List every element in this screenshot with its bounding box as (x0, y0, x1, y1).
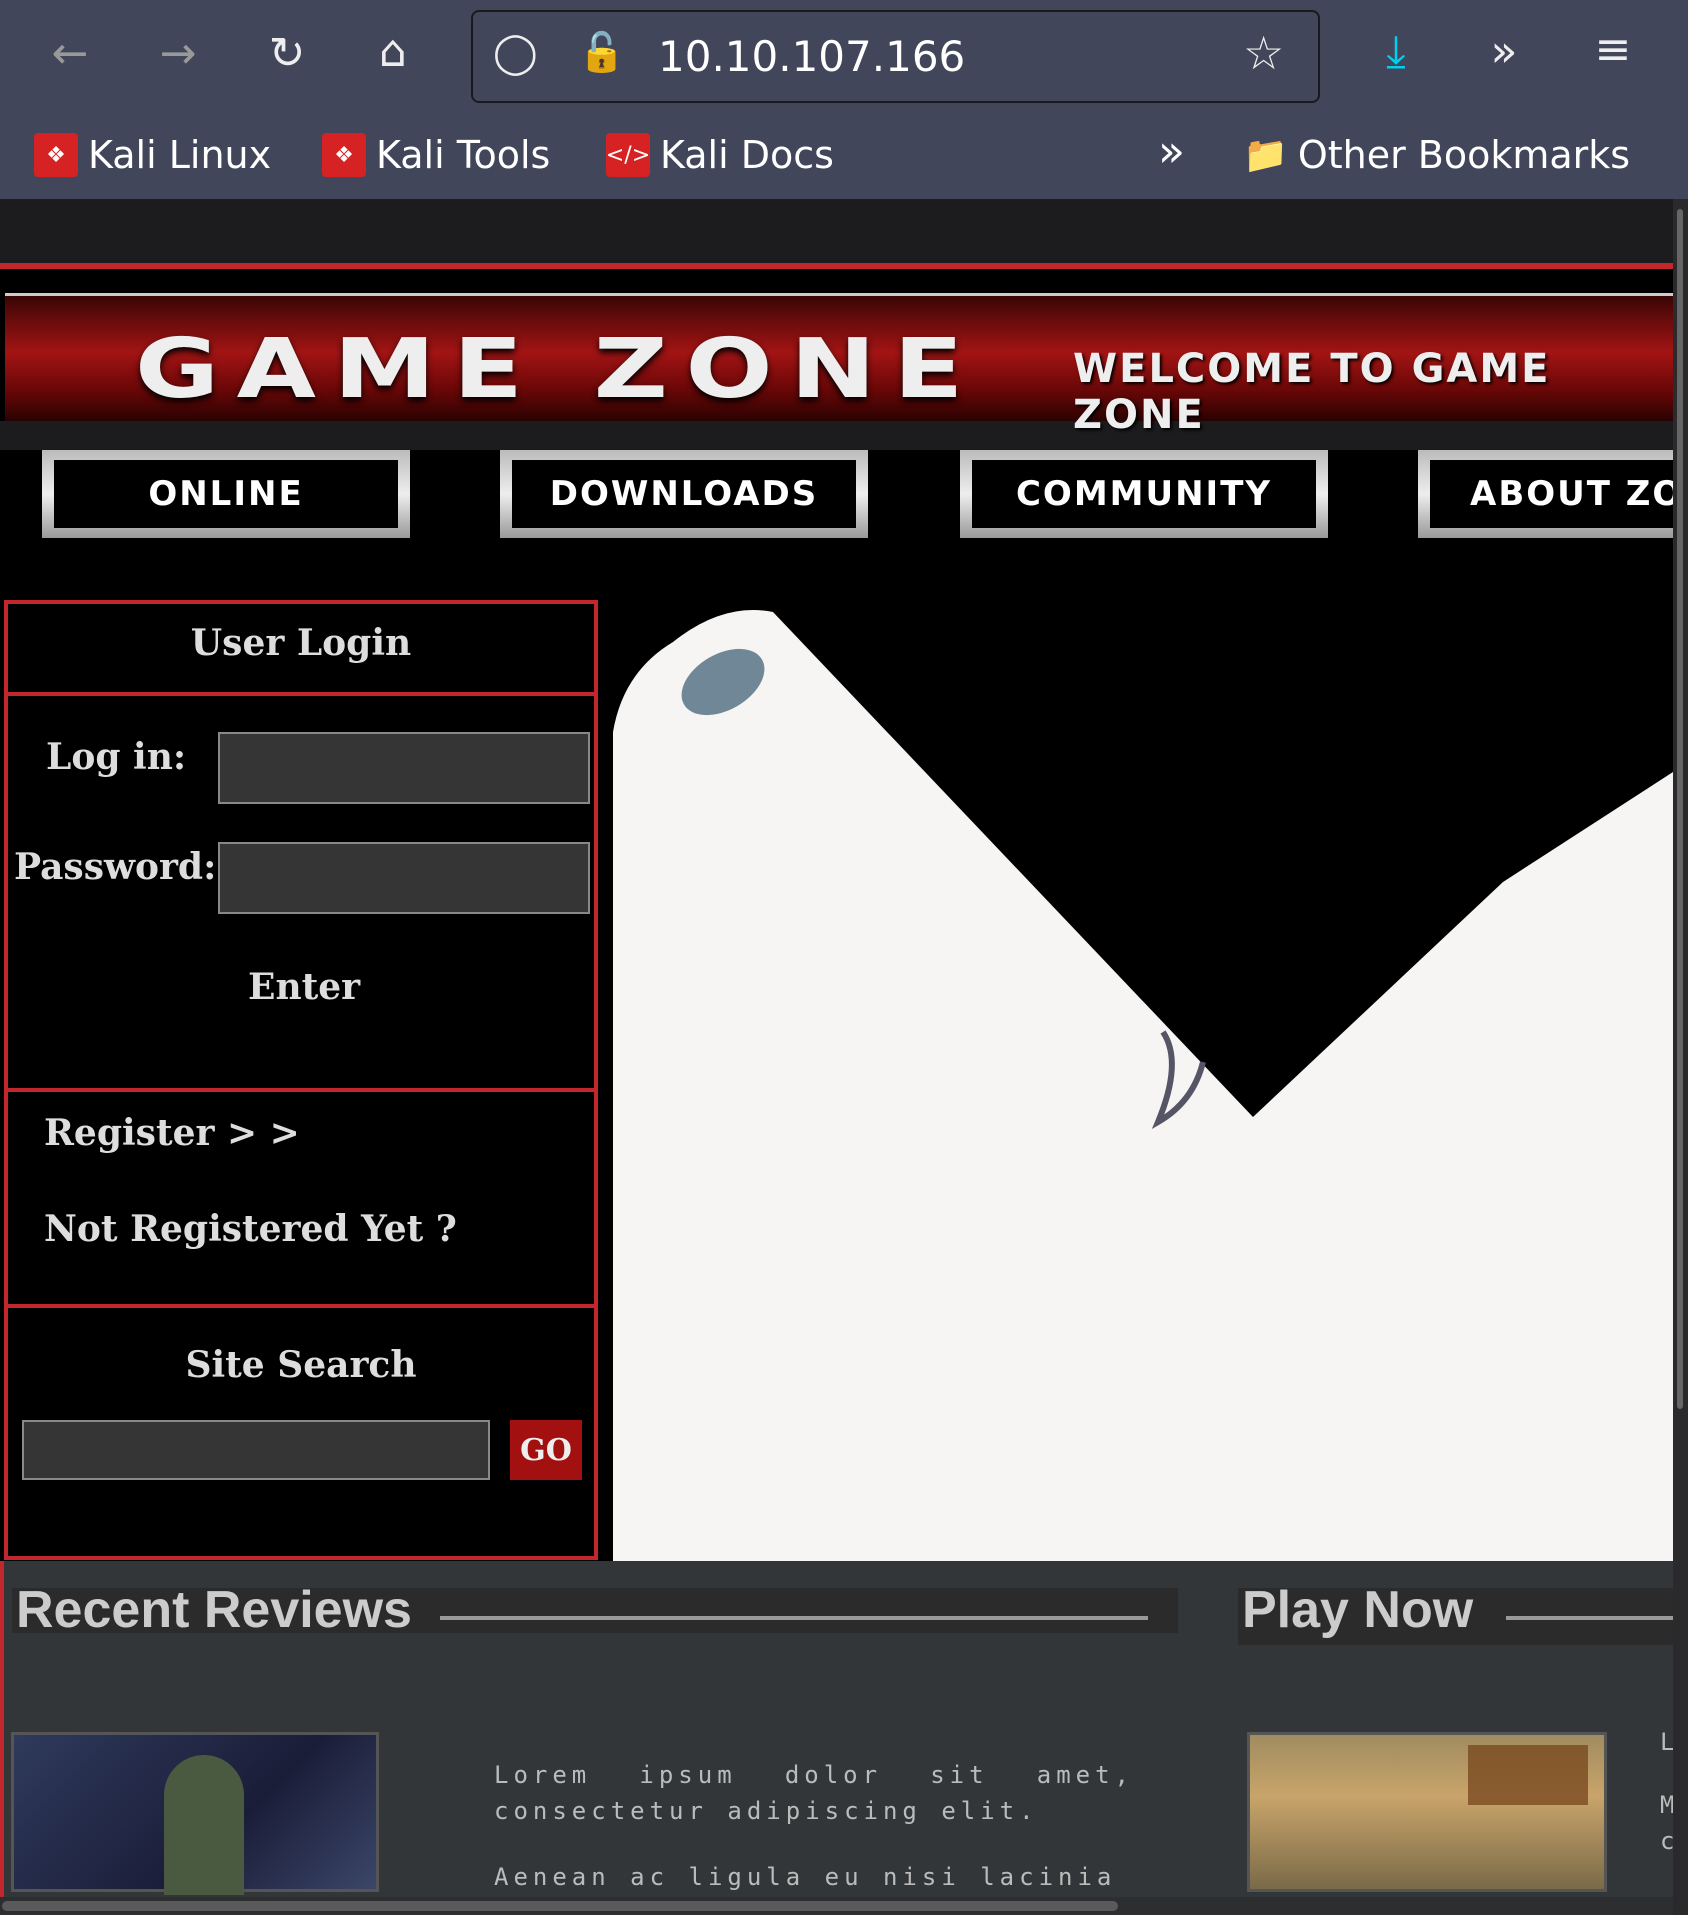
vertical-scrollbar[interactable] (1673, 199, 1688, 1915)
insecure-lock-icon[interactable]: 🔓 (578, 30, 625, 75)
heading-rule (440, 1616, 1148, 1620)
review-thumbnail[interactable] (11, 1732, 379, 1895)
site-header: GAME ZONE WELCOME TO GAME ZONE (0, 263, 1673, 438)
not-registered-text[interactable]: Not Registered Yet ? (44, 1208, 457, 1250)
hero-illustration (613, 610, 1673, 1562)
enter-button[interactable]: Enter (248, 966, 360, 1008)
site-search-input[interactable] (22, 1420, 490, 1480)
nav-community[interactable]: COMMUNITY (960, 450, 1328, 538)
login-title-section: User Login (4, 600, 598, 696)
url-text[interactable]: 10.10.107.166 (658, 32, 965, 81)
hero-image (613, 562, 1673, 1562)
login-form: Log in: Password: Enter (4, 692, 598, 1092)
login-panel: User Login Log in: Password: Enter Regis… (4, 600, 598, 1560)
page-viewport: GAME ZONE WELCOME TO GAME ZONE ONLINE DO… (0, 199, 1673, 1915)
forward-button[interactable]: → (148, 32, 208, 76)
register-section: Register > > Not Registered Yet ? (4, 1088, 598, 1308)
url-bar[interactable]: ◯ 🔓 10.10.107.166 ☆ (471, 10, 1320, 103)
bottom-section: Recent Reviews Play Now Lorem ipsum dolo… (0, 1561, 1673, 1915)
welcome-text: WELCOME TO GAME ZONE (1073, 346, 1551, 438)
scrollbar-thumb[interactable] (1677, 209, 1683, 1409)
reload-button[interactable]: ↻ (257, 32, 317, 76)
game-logo-badge (1468, 1745, 1588, 1805)
login-input[interactable] (218, 732, 590, 804)
nav-about[interactable]: ABOUT ZO (1418, 450, 1673, 538)
login-title: User Login (190, 622, 412, 664)
kali-dragon-icon: ❖ (322, 133, 366, 177)
review-text-1: Lorem ipsum dolor sit amet, consectetur … (494, 1761, 1134, 1825)
heading-rule (1506, 1616, 1673, 1620)
bookmark-kali-tools[interactable]: ❖ Kali Tools (322, 133, 550, 177)
review-text-2: Aenean ac ligula eu nisi lacinia (494, 1863, 1117, 1891)
downloads-icon[interactable]: ⤓ (1366, 30, 1426, 74)
bookmark-star-icon[interactable]: ☆ (1243, 26, 1284, 80)
menu-icon[interactable]: ≡ (1583, 28, 1643, 72)
main-nav: ONLINE DOWNLOADS COMMUNITY ABOUT ZO (0, 450, 1673, 538)
password-input[interactable] (218, 842, 590, 914)
kali-dragon-icon: ❖ (34, 133, 78, 177)
bookmark-kali-linux[interactable]: ❖ Kali Linux (34, 133, 271, 177)
side-letter-1: L (1660, 1728, 1673, 1756)
site-search-section: Site Search GO (4, 1304, 598, 1560)
nav-downloads[interactable]: DOWNLOADS (500, 450, 868, 538)
side-letter-3: c (1660, 1827, 1673, 1855)
play-now-thumbnail[interactable] (1247, 1732, 1607, 1892)
bookmarks-overflow-icon[interactable]: » (1158, 126, 1185, 177)
site-search-title: Site Search (185, 1344, 417, 1386)
nav-online[interactable]: ONLINE (42, 450, 410, 538)
back-button[interactable]: ← (40, 32, 100, 76)
docs-icon: </> (606, 133, 650, 177)
overflow-chevron-icon[interactable]: » (1474, 30, 1534, 74)
folder-icon: 📁 (1243, 135, 1288, 176)
scrollbar-thumb[interactable] (2, 1901, 1118, 1911)
home-button[interactable]: ⌂ (363, 30, 423, 74)
password-label: Password: (14, 846, 217, 888)
soldier-figure (164, 1755, 244, 1895)
site-logo[interactable]: GAME ZONE (135, 322, 981, 417)
shield-icon[interactable]: ◯ (493, 30, 538, 76)
horizontal-scrollbar[interactable] (0, 1897, 1673, 1915)
recent-reviews-heading: Recent Reviews (12, 1581, 1178, 1639)
search-go-button[interactable]: GO (510, 1420, 582, 1480)
login-label: Log in: (46, 736, 187, 778)
register-link[interactable]: Register > > (44, 1112, 300, 1154)
other-bookmarks[interactable]: 📁 Other Bookmarks (1243, 133, 1630, 177)
play-now-heading: Play Now (1238, 1581, 1673, 1645)
banner: GAME ZONE WELCOME TO GAME ZONE (5, 293, 1673, 438)
side-letter-2: M (1660, 1791, 1673, 1819)
bookmark-kali-docs[interactable]: </> Kali Docs (606, 133, 834, 177)
